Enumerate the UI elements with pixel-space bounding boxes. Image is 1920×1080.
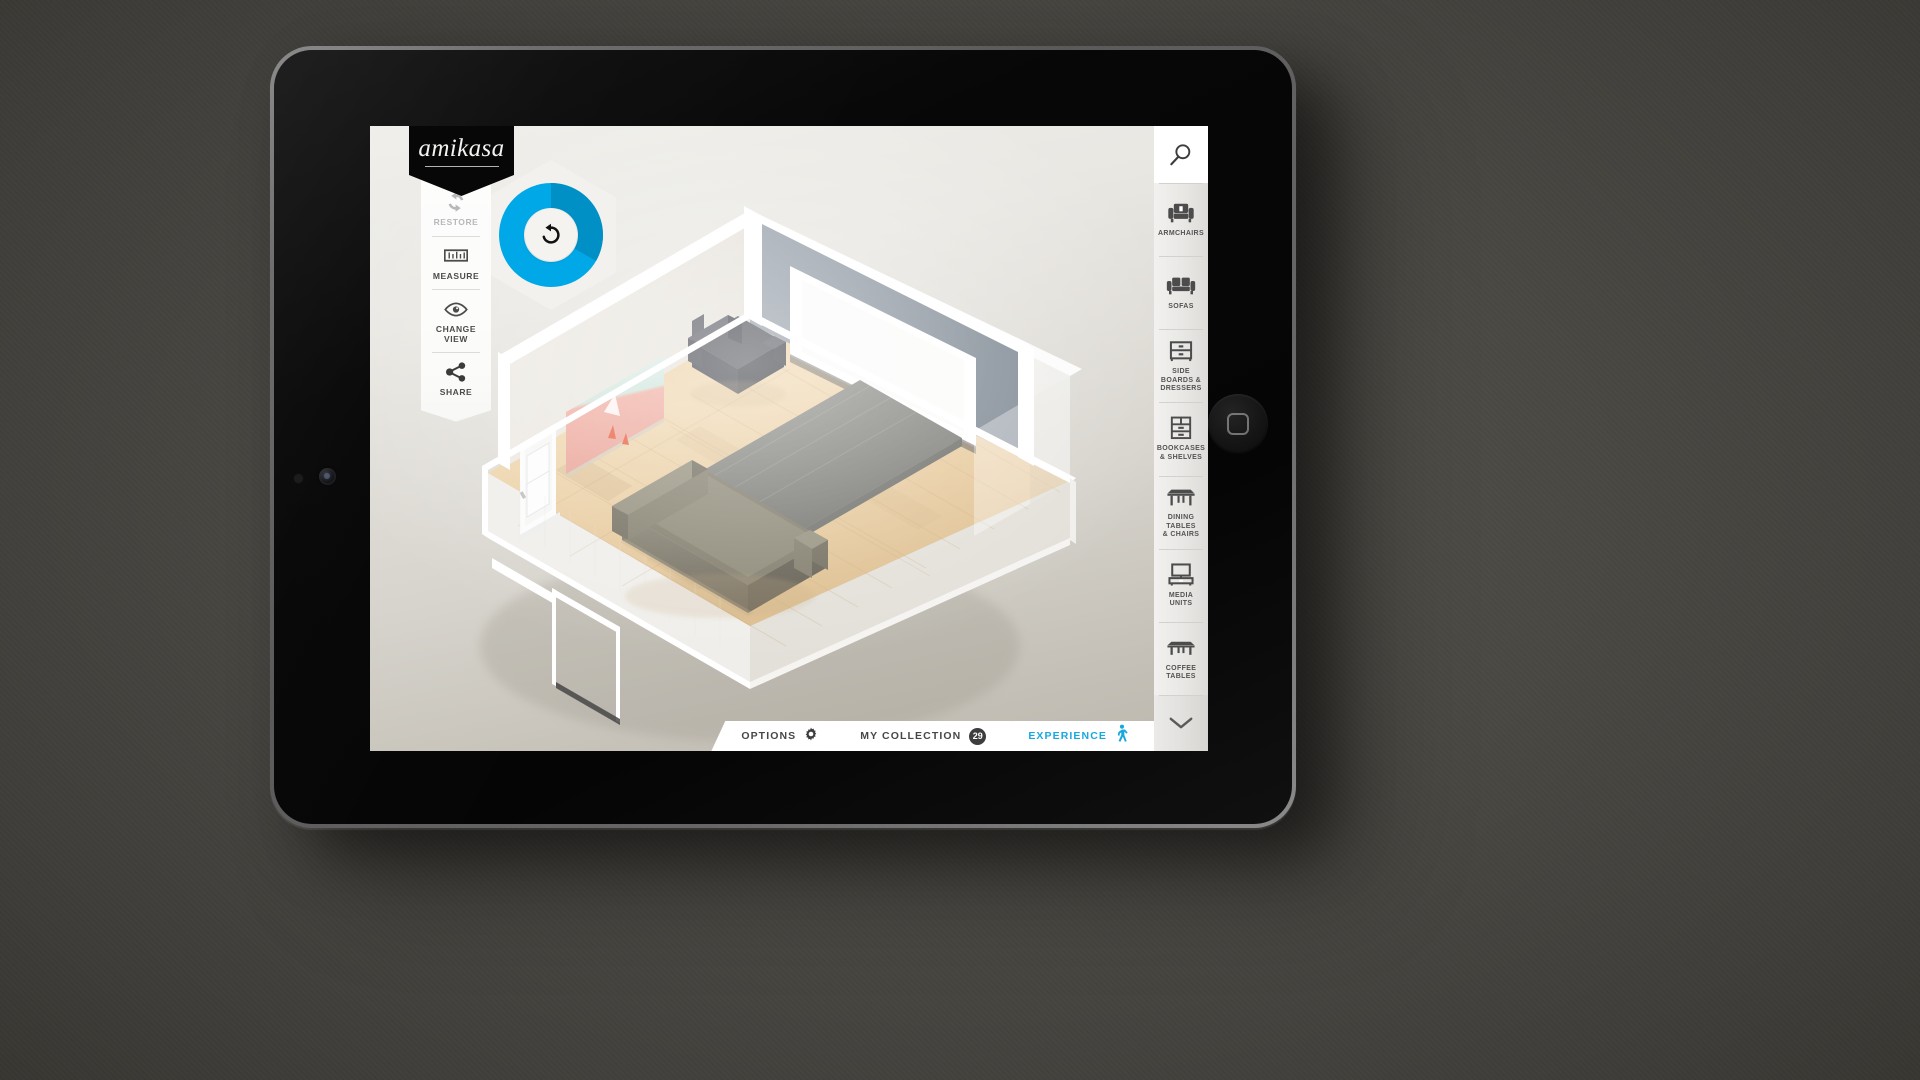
gear-icon: [804, 727, 818, 746]
media-unit-icon: [1168, 562, 1194, 588]
category-bookcases-shelves[interactable]: BOOKCASES & SHELVES: [1154, 402, 1208, 476]
category-label: ARMCHAIRS: [1158, 230, 1204, 238]
search-button[interactable]: [1154, 126, 1208, 183]
home-button[interactable]: [1208, 394, 1268, 454]
tab-experience-label: EXPERIENCE: [1028, 730, 1107, 742]
category-side-boards-dressers[interactable]: SIDE BOARDS & DRESSERS: [1154, 329, 1208, 403]
tool-change-view-label: CHANGE VIEW: [435, 324, 477, 344]
category-label: MEDIA UNITS: [1168, 591, 1194, 608]
app-logo-text: amikasa: [418, 135, 505, 162]
bookcase-icon: [1170, 415, 1192, 441]
rotate-counterclockwise-icon: [542, 223, 560, 244]
category-armchairs[interactable]: ARMCHAIRS: [1154, 183, 1208, 257]
app-logo-underline: [424, 166, 499, 167]
tool-measure-label: MEASURE: [432, 270, 480, 281]
share-icon: [445, 361, 467, 383]
ruler-icon: [444, 245, 468, 267]
home-button-square-icon: [1227, 413, 1249, 435]
tab-options[interactable]: OPTIONS: [711, 721, 845, 751]
tool-restore-label: RESTORE: [433, 217, 479, 227]
tab-experience[interactable]: EXPERIENCE: [998, 721, 1154, 751]
amikasa-app-screen: amikasa RESTORE MEASURE CHANGE VIEW SHAR…: [370, 126, 1208, 751]
collection-count-badge: 29: [969, 727, 987, 745]
rotate-dial[interactable]: [486, 160, 616, 310]
dresser-icon: [1169, 338, 1193, 364]
dining-table-icon: [1167, 484, 1195, 510]
category-dining-tables-chairs[interactable]: DINING TABLES & CHAIRS: [1154, 475, 1208, 549]
search-icon: [1170, 143, 1191, 165]
category-label: SOFAS: [1168, 303, 1194, 311]
armchair-icon: [1168, 200, 1194, 226]
tool-change-view[interactable]: CHANGE VIEW: [421, 289, 491, 352]
tab-my-collection-label: MY COLLECTION: [860, 730, 962, 742]
eye-icon: [443, 298, 469, 320]
front-camera: [319, 468, 336, 485]
dial-center-button[interactable]: [525, 209, 577, 261]
tab-options-label: OPTIONS: [741, 730, 797, 742]
category-sofas[interactable]: SOFAS: [1154, 256, 1208, 330]
category-label: BOOKCASES & SHELVES: [1156, 445, 1206, 461]
coffee-table-icon: [1167, 635, 1195, 661]
sofa-icon: [1166, 273, 1196, 299]
walking-person-icon: [1115, 724, 1128, 748]
category-label: COFFEE TABLES: [1165, 664, 1197, 681]
category-media-units[interactable]: MEDIA UNITS: [1154, 548, 1208, 622]
tool-measure[interactable]: MEASURE: [421, 235, 491, 290]
category-rail: ARMCHAIRS SOFAS SIDE BOARDS & DRESSERS B…: [1154, 126, 1208, 751]
show-more-categories-button[interactable]: [1154, 694, 1208, 751]
category-coffee-tables[interactable]: COFFEE TABLES: [1154, 621, 1208, 695]
category-label: DINING TABLES & CHAIRS: [1162, 514, 1200, 539]
tablet-device: amikasa RESTORE MEASURE CHANGE VIEW SHAR…: [270, 46, 1296, 828]
tab-my-collection[interactable]: MY COLLECTION 29: [830, 721, 1013, 751]
ambient-light-sensor: [294, 474, 303, 483]
chevron-down-icon: [1169, 717, 1193, 729]
tablet-screen-bezel: amikasa RESTORE MEASURE CHANGE VIEW SHAR…: [274, 50, 1292, 824]
tool-share[interactable]: SHARE: [421, 352, 491, 406]
category-label: SIDE BOARDS & DRESSERS: [1160, 368, 1202, 393]
tool-share-label: SHARE: [439, 387, 473, 398]
left-tool-panel: RESTORE MEASURE CHANGE VIEW SHARE: [421, 170, 491, 422]
